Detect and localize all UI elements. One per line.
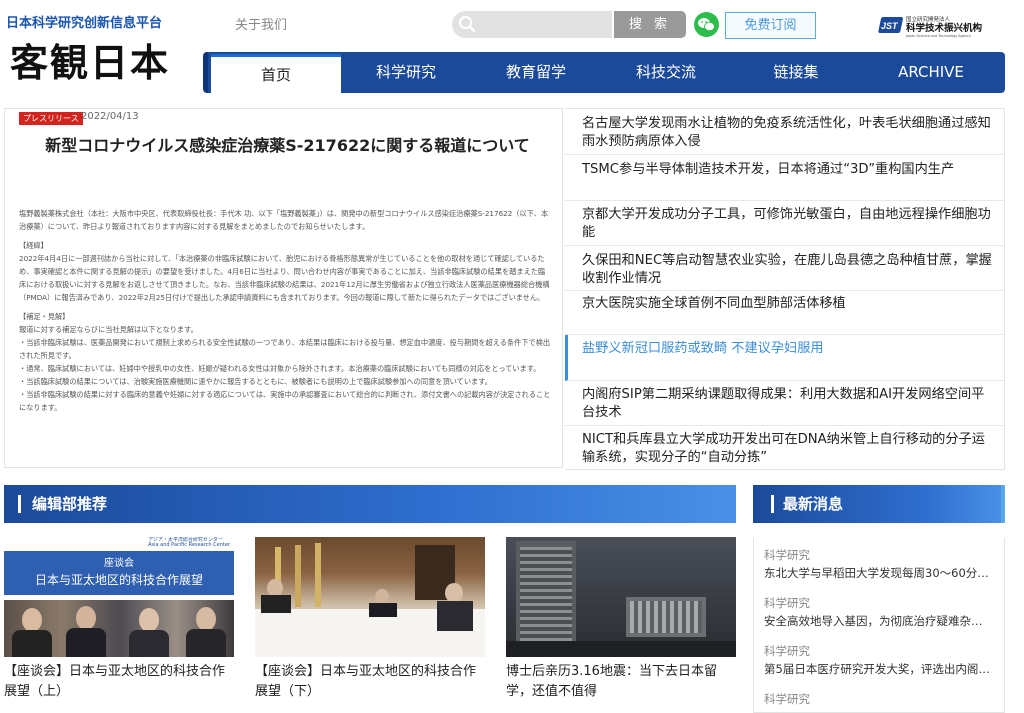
subscribe-button[interactable]: 免费订阅	[725, 12, 816, 39]
search-input[interactable]	[452, 11, 612, 38]
nav-item-home[interactable]: 首页	[211, 54, 341, 93]
logo-calligraphy: 客観日本	[10, 40, 170, 85]
latest-news-heading: 最新消息	[753, 485, 1005, 523]
card-caption: 博士后亲历3.16地震：当下去日本留学，还值不值得	[506, 664, 717, 699]
latest-news-item[interactable]: 科学研究 东北大学与早稻田大学发现每周30～60分…	[764, 546, 994, 582]
editor-pick-heading: 编辑部推荐	[4, 485, 736, 523]
card-image-meeting	[255, 537, 485, 657]
about-link[interactable]: 关于我们	[235, 14, 287, 33]
svg-text:科学技术振兴机构: 科学技术振兴机构	[906, 22, 983, 34]
svg-text:客観日本: 客観日本	[10, 40, 170, 85]
latest-news-item[interactable]: 科学研究 第5届日本医疗研究开发大奖，评选出内阁…	[764, 642, 994, 678]
latest-news-list: 科学研究 东北大学与早稻田大学发现每周30～60分… 科学研究 安全高效地导入基…	[753, 538, 1005, 713]
nav-item-research[interactable]: 科学研究	[341, 52, 471, 93]
headline-item[interactable]: 久保田和NEC等启动智慧农业实验，在鹿儿岛县德之岛种植甘蔗，掌握收割作业情况	[565, 246, 1005, 291]
featured-press-release[interactable]: プレスリリース 2022/04/13 新型コロナウイルス感染症治療薬S-2176…	[4, 108, 563, 468]
nav-item-links[interactable]: 链接集	[731, 52, 861, 93]
headline-item[interactable]: 名古屋大学发现雨水让植物的免疫系统活性化，叶表毛状细胞通过感知雨水预防病原体入侵	[565, 109, 1005, 155]
press-paragraph: 塩野義製薬株式会社（本社：大阪市中央区、代表取締役社長：手代木 功、以下「塩野義…	[19, 209, 549, 231]
latest-news-category: 科学研究	[764, 548, 810, 562]
site-title: 日本科学研究创新信息平台	[6, 16, 163, 31]
headline-item[interactable]: NICT和兵库县立大学成功开发出可在DNA纳米管上自行移动的分子运输系统，实现分…	[565, 426, 1005, 471]
wechat-icon[interactable]	[694, 12, 719, 37]
headline-item[interactable]: 京都大学开发成功分子工具，可修饰光敏蛋白，自由地远程操作细胞功能	[565, 201, 1005, 246]
banner-line2: 日本与亚太地区的科技合作展望	[34, 573, 203, 587]
press-release-title: 新型コロナウイルス感染症治療薬S-217622に関する報道について	[45, 136, 530, 155]
nav-item-exchange[interactable]: 科技交流	[601, 52, 731, 93]
svg-text:JST: JST	[881, 21, 899, 31]
nav-item-archive[interactable]: ARCHIVE	[861, 52, 1001, 93]
jst-logo[interactable]: JST 国立研究開発法人 科学技术振兴机构 Japan Science and …	[876, 14, 1004, 40]
site-logo[interactable]: 客観日本	[8, 38, 173, 86]
search-icon	[458, 15, 476, 33]
headline-item[interactable]: 内阁府SIP第二期采纳课题取得成果：利用大数据和AI开发网络空间平台技术	[565, 381, 1005, 426]
latest-news-item[interactable]: 科学研究 安全高效地导入基因，为彻底治疗疑难杂…	[764, 594, 994, 630]
symposium-banner: 座谈会 日本与亚太地区的科技合作展望	[4, 551, 234, 595]
press-paragraph: ・当該臨床試験の結果については、治験実施医療機関に速やかに報告するとともに、被験…	[19, 377, 492, 386]
latest-news-title: 第5届日本医疗研究开发大奖，评选出内阁…	[764, 662, 990, 676]
press-paragraph: ・当該非臨床試験は、医薬品開発において規制上求められる安全性試験の一つであり、本…	[19, 338, 551, 360]
press-paragraph: 【補足・見解】	[19, 312, 70, 321]
press-release-tag: プレスリリース	[19, 112, 83, 125]
press-release-body: 塩野義製薬株式会社（本社：大阪市中央区、代表取締役社長：手代木 功、以下「塩野義…	[19, 207, 551, 420]
press-release-date: 2022/04/13	[81, 111, 139, 122]
panelist-photo	[4, 600, 234, 657]
press-paragraph: ・当該非臨床試験の結果に対する臨床的意義や妊婦に対する適応については、実施中の承…	[19, 390, 551, 412]
headline-item[interactable]: 京大医院实施全球首例不同血型肺部活体移植	[565, 291, 1005, 335]
latest-news-item[interactable]: 科学研究	[764, 690, 994, 708]
latest-news-category: 科学研究	[764, 644, 810, 658]
latest-news-category: 科学研究	[764, 692, 810, 706]
banner-line1: 座谈会	[104, 558, 134, 569]
nav-item-education[interactable]: 教育留学	[471, 52, 601, 93]
main-nav: 首页 科学研究 教育留学 科技交流 链接集 ARCHIVE	[203, 52, 1005, 93]
svg-text:Japan Science and Technology A: Japan Science and Technology Agency	[905, 34, 971, 38]
press-paragraph: 【経緯】	[19, 241, 48, 250]
article-card[interactable]: 【座谈会】日本与亚太地区的科技合作展望（下）	[255, 537, 485, 702]
headline-list: 名古屋大学发现雨水让植物的免疫系统活性化，叶表毛状细胞通过感知雨水预防病原体入侵…	[565, 108, 1005, 470]
svg-text:国立研究開発法人: 国立研究開発法人	[906, 15, 951, 23]
article-card[interactable]: 博士后亲历3.16地震：当下去日本留学，还值不值得	[506, 537, 736, 702]
search-button[interactable]: 搜 索	[614, 11, 686, 38]
latest-news-title: 安全高效地导入基因，为彻底治疗疑难杂…	[764, 614, 983, 628]
headline-item[interactable]: TSMC参与半导体制造技术开发，日本将通过“3D”重构国内生产	[565, 155, 1005, 201]
article-card[interactable]: アジア・太平洋総合研究センター Asia and Pacific Researc…	[4, 537, 234, 702]
press-paragraph: ・通常、臨床試験においては、妊婦中や授乳中の女性、妊娠が疑われる女性は対象から除…	[19, 364, 541, 373]
press-paragraph: 2022年4月4日に一部週刊誌から当社に対して、「本治療薬の非臨床試験において、…	[19, 254, 550, 302]
latest-news-category: 科学研究	[764, 596, 810, 610]
press-paragraph: 報道に対する補足ならびに当社見解は以下となります。	[19, 325, 198, 334]
card-caption: 【座谈会】日本与亚太地区的科技合作展望（下）	[255, 664, 477, 699]
card-image-night-city	[506, 537, 736, 657]
card-caption: 【座谈会】日本与亚太地区的科技合作展望（上）	[4, 664, 226, 699]
banner-org-line: アジア・太平洋総合研究センター Asia and Pacific Researc…	[4, 537, 234, 549]
headline-item-active[interactable]: 盐野义新冠口服药或致畸 不建议孕妇服用	[565, 335, 1005, 381]
card-image-symposium: アジア・太平洋総合研究センター Asia and Pacific Researc…	[4, 537, 234, 657]
banner-org-text: アジア・太平洋総合研究センター Asia and Pacific Researc…	[148, 537, 230, 548]
latest-news-title: 东北大学与早稻田大学发现每周30～60分…	[764, 566, 989, 580]
